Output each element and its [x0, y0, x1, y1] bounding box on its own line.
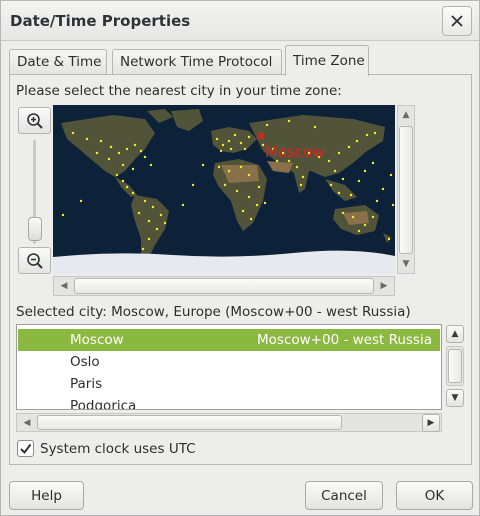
close-icon: [451, 15, 463, 27]
world-map[interactable]: Moscow: [53, 105, 395, 274]
help-button[interactable]: Help: [9, 481, 84, 510]
utc-checkbox-label: System clock uses UTC: [40, 440, 196, 457]
selected-city-label: Selected city: Moscow, Europe (Moscow+00…: [16, 304, 411, 320]
map-horizontal-scrollbar[interactable]: ◀ ▶: [53, 276, 395, 296]
close-button[interactable]: [442, 6, 472, 36]
window-title: Date/Time Properties: [10, 12, 191, 30]
city-name: Moscow: [70, 332, 124, 348]
zoom-out-button[interactable]: [18, 247, 51, 274]
map-scroll-up-icon[interactable]: ▲: [398, 107, 414, 123]
list-scroll-down-button[interactable]: ▼: [446, 389, 464, 407]
list-vertical-scrollbar[interactable]: [446, 346, 464, 386]
city-name: Paris: [70, 376, 103, 392]
utc-checkbox[interactable]: [17, 440, 34, 457]
zoom-slider-thumb[interactable]: [28, 217, 42, 241]
city-row-oslo[interactable]: Oslo: [18, 351, 440, 373]
city-row-podgorica[interactable]: Podgorica: [18, 395, 440, 410]
ok-button[interactable]: OK: [396, 481, 473, 510]
list-scroll-right-button[interactable]: ▶: [422, 414, 440, 432]
zoom-out-icon: [26, 252, 43, 269]
map-scroll-left-icon[interactable]: ◀: [56, 278, 72, 294]
list-vertical-scroll-thumb[interactable]: [448, 349, 462, 383]
dialog-window: Date/Time Properties Date & Time Network…: [0, 0, 480, 516]
map-vertical-scrollbar[interactable]: ▲ ▼: [397, 105, 415, 274]
tab-time-zone[interactable]: Time Zone: [285, 45, 369, 76]
timezone-prompt: Please select the nearest city in your t…: [16, 83, 342, 99]
city-zone: Moscow+00 - west Russia: [257, 332, 432, 348]
list-scroll-left-icon[interactable]: ◀: [19, 415, 35, 431]
list-horizontal-scrollbar[interactable]: ◀: [16, 413, 442, 432]
world-map-image: Moscow: [53, 105, 395, 274]
list-horizontal-scroll-thumb[interactable]: [37, 415, 342, 430]
zoom-in-icon: [26, 112, 43, 129]
svg-text:Moscow: Moscow: [265, 143, 325, 161]
map-horizontal-scroll-thumb[interactable]: [74, 278, 374, 294]
city-row-moscow[interactable]: Moscow Moscow+00 - west Russia: [18, 329, 440, 351]
title-bar: Date/Time Properties: [1, 1, 479, 41]
city-name: Oslo: [70, 354, 100, 370]
cancel-button[interactable]: Cancel: [305, 481, 383, 510]
city-name: Podgorica: [70, 398, 137, 410]
city-list[interactable]: Moscow Moscow+00 - west Russia Oslo Pari…: [16, 324, 442, 410]
tab-date-time[interactable]: Date & Time: [9, 49, 107, 75]
city-row-paris[interactable]: Paris: [18, 373, 440, 395]
tab-network-time-protocol[interactable]: Network Time Protocol: [112, 49, 282, 75]
zoom-in-button[interactable]: [18, 107, 51, 134]
utc-checkbox-row[interactable]: System clock uses UTC: [17, 440, 196, 457]
check-icon: [20, 443, 32, 455]
map-vertical-scroll-thumb[interactable]: [399, 126, 413, 254]
map-scroll-down-icon[interactable]: ▼: [398, 256, 414, 272]
map-scroll-right-icon[interactable]: ▶: [376, 278, 392, 294]
list-scroll-up-button[interactable]: ▲: [446, 325, 464, 343]
